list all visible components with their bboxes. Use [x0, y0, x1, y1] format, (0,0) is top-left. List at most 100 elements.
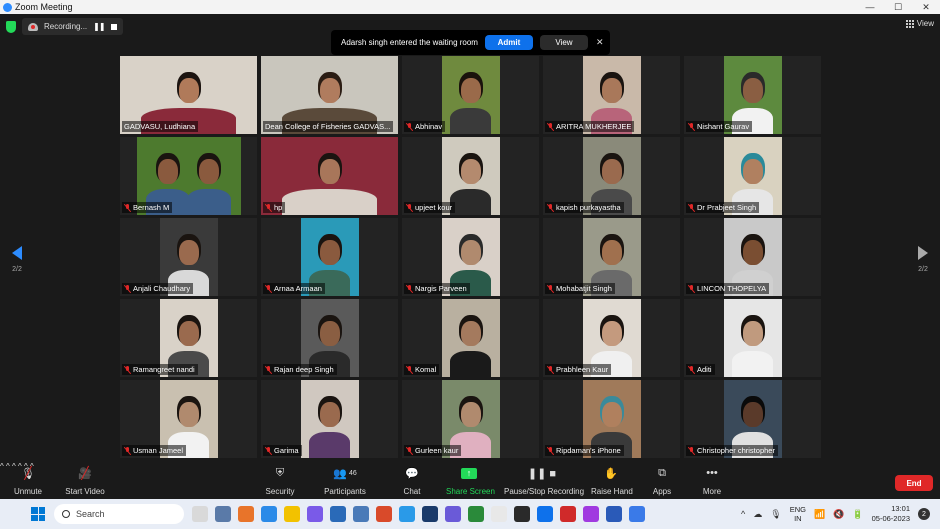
- cloud-icon[interactable]: ☁: [753, 509, 762, 520]
- taskbar-app-icon[interactable]: [376, 506, 392, 522]
- stop-recording-icon[interactable]: [110, 23, 117, 30]
- participant-name: GADVASU, Ludhiana: [124, 122, 196, 131]
- participant-tile[interactable]: Komal: [402, 299, 539, 377]
- taskbar-app-icon[interactable]: [284, 506, 300, 522]
- participant-tile[interactable]: Usman Jameel: [120, 380, 257, 458]
- raise-hand-button[interactable]: ✋ Raise Hand: [591, 465, 633, 497]
- close-notification-icon[interactable]: ✕: [596, 37, 604, 48]
- muted-mic-icon: [124, 446, 131, 455]
- participant-tile[interactable]: Garima: [261, 380, 398, 458]
- participant-tile[interactable]: ARITRA MUKHERJEE: [543, 56, 680, 134]
- pause-recording-icon[interactable]: ❚❚: [93, 22, 105, 31]
- taskbar-app-icon[interactable]: [491, 506, 507, 522]
- participant-name: kapish purkayastha: [556, 203, 621, 212]
- participant-tile[interactable]: Dr Prabjeet Singh: [684, 137, 821, 215]
- muted-mic-icon: [265, 284, 272, 293]
- participant-name-label: Dr Prabjeet Singh: [686, 202, 760, 213]
- participant-tile[interactable]: Arnaa Armaan: [261, 218, 398, 296]
- participants-count: 46: [348, 469, 357, 477]
- taskbar-app-icon[interactable]: [468, 506, 484, 522]
- end-meeting-button[interactable]: End: [895, 475, 933, 491]
- admit-button[interactable]: Admit: [484, 35, 533, 50]
- participant-tile[interactable]: Rajan deep Singh: [261, 299, 398, 377]
- taskbar-app-icon[interactable]: [422, 506, 438, 522]
- taskbar-search-box[interactable]: Search: [54, 504, 184, 524]
- participant-tile[interactable]: kapish purkayastha: [543, 137, 680, 215]
- taskbar-app-icon[interactable]: [238, 506, 254, 522]
- meeting-stage: Recording... ❚❚ View Adarsh singh entere…: [0, 14, 940, 462]
- start-video-button[interactable]: 🎥 ╱ Start Video: [64, 465, 106, 496]
- close-window-button[interactable]: ✕: [912, 2, 940, 13]
- more-button[interactable]: ••• More: [700, 465, 724, 496]
- participant-tile[interactable]: Aditi: [684, 299, 821, 377]
- language-indicator[interactable]: ENG IN: [790, 505, 806, 523]
- participant-tile[interactable]: Christopher christopher: [684, 380, 821, 458]
- muted-mic-icon: [547, 284, 554, 293]
- notification-view-button[interactable]: View: [539, 35, 588, 50]
- taskbar-app-icon[interactable]: [261, 506, 277, 522]
- taskbar-app-icon[interactable]: [606, 506, 622, 522]
- notification-badge[interactable]: 2: [918, 508, 930, 520]
- apps-button[interactable]: ⧉ Apps: [650, 465, 674, 497]
- taskbar-app-icon[interactable]: [353, 506, 369, 522]
- chat-button[interactable]: 💬 Chat: [400, 465, 424, 497]
- windows-start-icon[interactable]: [31, 507, 45, 521]
- pause-stop-icon: ❚❚ ■: [527, 467, 557, 480]
- participant-tile[interactable]: Nishant Gaurav: [684, 56, 821, 134]
- participant-name-label: kapish purkayastha: [545, 202, 624, 213]
- microphone-tray-icon[interactable]: 🎙: [770, 509, 781, 520]
- participant-name: Mohabatjit Singh: [556, 284, 612, 293]
- participant-name-label: Nishant Gaurav: [686, 121, 753, 132]
- participant-tile[interactable]: Ramangreet nandi: [120, 299, 257, 377]
- participant-tile[interactable]: Mohabatjit Singh: [543, 218, 680, 296]
- taskbar-app-icon[interactable]: [445, 506, 461, 522]
- video-options-chevron-icon[interactable]: ^: [6, 462, 10, 471]
- battery-icon[interactable]: 🔋: [852, 509, 863, 520]
- view-button[interactable]: View: [905, 19, 934, 28]
- participants-button[interactable]: 👥 46 Participants: [322, 465, 368, 497]
- taskbar-app-icon[interactable]: [560, 506, 576, 522]
- minimize-button[interactable]: —: [856, 2, 884, 13]
- security-button[interactable]: ⛨ Security: [263, 465, 297, 497]
- windows-taskbar: Search ^ ☁ 🎙 ENG IN 📶 🔇 🔋 13:01 05-06-20…: [0, 499, 940, 529]
- taskbar-app-icon[interactable]: [399, 506, 415, 522]
- pause-stop-recording-button[interactable]: ❚❚ ■ Pause/Stop Recording: [504, 465, 584, 497]
- participant-tile[interactable]: upjeet kour: [402, 137, 539, 215]
- participant-tile[interactable]: GADVASU, Ludhiana: [120, 56, 257, 134]
- volume-muted-icon[interactable]: 🔇: [833, 509, 844, 520]
- taskbar-app-icon[interactable]: [215, 506, 231, 522]
- participant-name: Nargis Parveen: [415, 284, 467, 293]
- participant-tile[interactable]: Dean College of Fisheries GADVAS...: [261, 56, 398, 134]
- participant-tile[interactable]: hp: [261, 137, 398, 215]
- share-screen-button[interactable]: ↑ Share Screen: [446, 465, 495, 496]
- taskbar-clock[interactable]: 13:01 05-06-2023: [872, 504, 910, 524]
- taskbar-app-icon[interactable]: [330, 506, 346, 522]
- participant-tile[interactable]: Ripdaman's iPhone: [543, 380, 680, 458]
- taskbar-app-icon[interactable]: [629, 506, 645, 522]
- participant-tile[interactable]: Anjali Chaudhary: [120, 218, 257, 296]
- taskbar-app-icon[interactable]: [192, 506, 208, 522]
- taskbar-app-icon[interactable]: [537, 506, 553, 522]
- participant-tile[interactable]: Abhinav: [402, 56, 539, 134]
- participant-tile[interactable]: Gurleen kaur: [402, 380, 539, 458]
- participant-name: Nishant Gaurav: [697, 122, 750, 131]
- taskbar-app-icon[interactable]: [307, 506, 323, 522]
- taskbar-app-icon[interactable]: [583, 506, 599, 522]
- participant-tile[interactable]: Nargis Parveen: [402, 218, 539, 296]
- participant-tile[interactable]: Bernash M: [120, 137, 257, 215]
- participant-tile[interactable]: Prabhleen Kaur: [543, 299, 680, 377]
- show-hidden-icons-chevron-icon[interactable]: ^: [741, 509, 745, 519]
- maximize-button[interactable]: ☐: [884, 2, 912, 13]
- participant-tile[interactable]: LINCON THOPELYA: [684, 218, 821, 296]
- taskbar-app-icon[interactable]: [514, 506, 530, 522]
- audio-options-chevron-icon[interactable]: ^: [0, 462, 4, 471]
- wifi-icon[interactable]: 📶: [814, 509, 825, 520]
- participant-name: Dr Prabjeet Singh: [697, 203, 757, 212]
- participant-name-label: Christopher christopher: [686, 445, 778, 456]
- security-shield-icon[interactable]: [6, 20, 16, 33]
- unmute-button[interactable]: 🎙 ╱ Unmute: [12, 465, 44, 496]
- participant-name: Arnaa Armaan: [274, 284, 322, 293]
- next-page-button[interactable]: 2/2: [915, 246, 931, 273]
- left-arrow-icon: [12, 246, 22, 260]
- previous-page-button[interactable]: 2/2: [9, 246, 25, 273]
